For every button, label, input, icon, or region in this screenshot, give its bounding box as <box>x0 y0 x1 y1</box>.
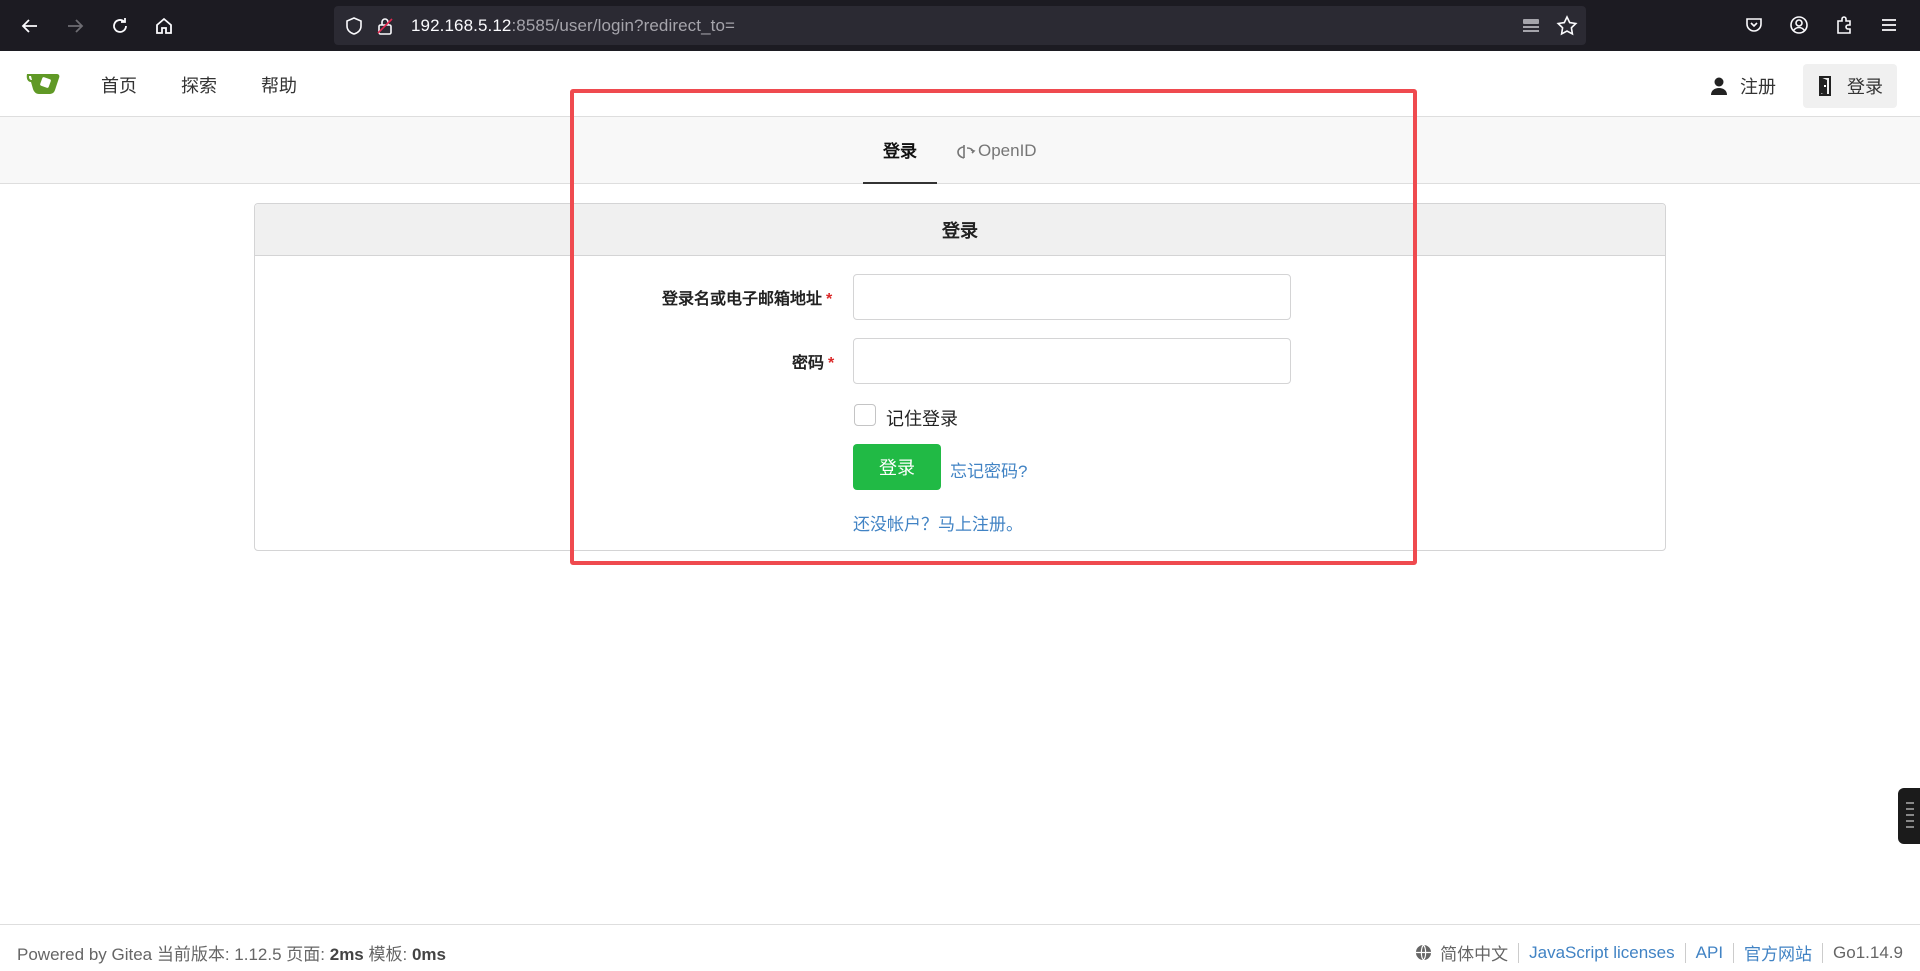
arrow-left-icon <box>21 19 37 33</box>
login-link[interactable]: 登录 <box>1803 64 1897 108</box>
url-host: 192.168.5.12 <box>411 16 512 35</box>
insecure-lock-icon[interactable] <box>375 16 395 36</box>
side-panel-handle[interactable] <box>1898 788 1920 844</box>
divider <box>1822 942 1824 963</box>
go-version: Go1.14.9 <box>1833 942 1903 962</box>
reader-view-icon[interactable] <box>1521 16 1541 36</box>
hamburger-menu-icon <box>1882 19 1896 31</box>
js-licenses-link[interactable]: JavaScript licenses <box>1529 943 1675 963</box>
website-link[interactable]: 官方网站 <box>1744 940 1812 965</box>
page-footer: Powered by Gitea 当前版本: 1.12.5 页面: 2ms 模板… <box>0 924 1920 971</box>
back-button[interactable] <box>14 10 46 42</box>
footer-links: 简体中文 JavaScript licenses API 官方网站 Go1.14… <box>1415 940 1903 965</box>
puzzle-icon <box>1837 16 1851 34</box>
user-icon <box>1711 77 1727 95</box>
nav-explore[interactable]: 探索 <box>181 72 217 98</box>
reload-icon <box>113 18 127 33</box>
divider <box>1733 942 1735 963</box>
nav-home[interactable]: 首页 <box>101 72 137 98</box>
arrow-right-icon <box>68 19 84 33</box>
url-text[interactable]: 192.168.5.12:8585/user/login?redirect_to… <box>411 16 735 36</box>
template-label: 模板: <box>363 945 412 964</box>
extensions-button[interactable] <box>1831 12 1857 38</box>
url-path: :8585/user/login?redirect_to= <box>511 16 736 35</box>
divider <box>1684 942 1686 963</box>
login-label: 登录 <box>1847 77 1883 97</box>
divider <box>1518 942 1520 963</box>
gitea-logo-icon[interactable] <box>25 68 61 98</box>
bookmark-star-icon[interactable] <box>1556 15 1578 37</box>
highlight-annotation-box <box>570 89 1417 565</box>
api-link[interactable]: API <box>1696 943 1723 963</box>
pocket-button[interactable] <box>1741 12 1767 38</box>
forward-button[interactable] <box>59 10 91 42</box>
home-button[interactable] <box>148 10 180 42</box>
sign-in-icon <box>1819 76 1831 96</box>
register-label: 注册 <box>1740 77 1776 97</box>
footer-info: Powered by Gitea 当前版本: 1.12.5 页面: 2ms 模板… <box>17 940 446 965</box>
register-link[interactable]: 注册 <box>1696 64 1790 108</box>
globe-icon <box>1416 944 1432 961</box>
language-selector[interactable]: 简体中文 <box>1415 940 1508 965</box>
nav-help[interactable]: 帮助 <box>261 72 297 98</box>
menu-button[interactable] <box>1876 12 1902 38</box>
home-icon <box>156 17 172 34</box>
page-time: 2ms <box>329 945 364 964</box>
reload-button[interactable] <box>104 10 136 42</box>
account-button[interactable] <box>1786 12 1812 38</box>
template-time: 0ms <box>411 945 446 964</box>
powered-by-text: Powered by Gitea 当前版本: 1.12.5 页面: <box>17 945 330 964</box>
browser-toolbar: 192.168.5.12:8585/user/login?redirect_to… <box>0 0 1920 51</box>
address-bar[interactable]: 192.168.5.12:8585/user/login?redirect_to… <box>334 6 1586 45</box>
tracking-shield-icon[interactable] <box>344 16 364 36</box>
account-icon <box>1790 16 1808 34</box>
pocket-icon <box>1746 18 1762 32</box>
language-label: 简体中文 <box>1440 945 1509 964</box>
